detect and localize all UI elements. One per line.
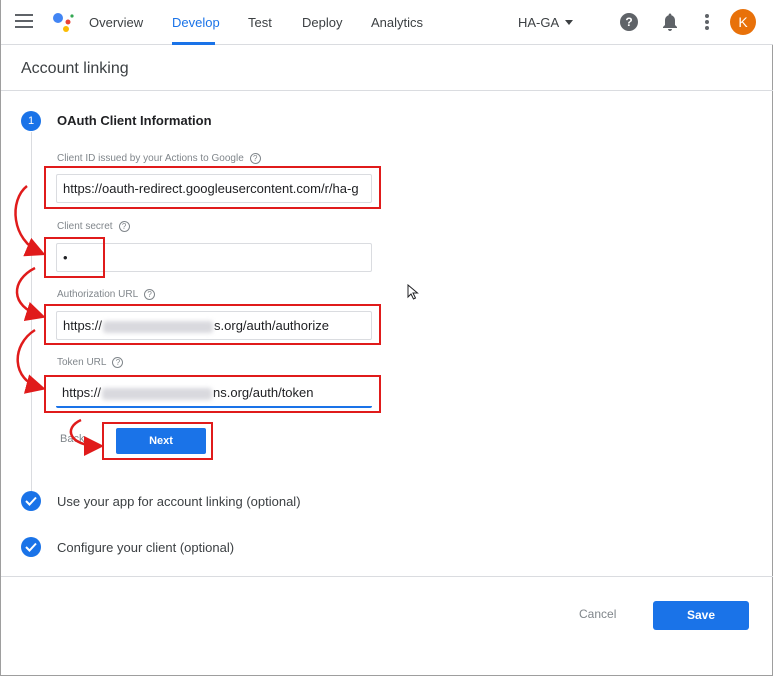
hamburger-menu-icon[interactable] bbox=[15, 14, 33, 30]
dropdown-caret-icon[interactable] bbox=[565, 20, 573, 25]
notifications-bell-icon[interactable] bbox=[662, 13, 678, 31]
assistant-logo-icon bbox=[53, 13, 74, 32]
step-3-label[interactable]: Configure your client (optional) bbox=[57, 540, 234, 555]
page-title: Account linking bbox=[21, 60, 129, 77]
tab-test[interactable]: Test bbox=[248, 15, 272, 30]
arrow-to-client-secret bbox=[14, 185, 46, 257]
client-id-label: Client ID issued by your Actions to Goog… bbox=[57, 153, 261, 164]
save-button[interactable]: Save bbox=[653, 601, 749, 630]
token-url-label-text: Token URL bbox=[57, 357, 107, 369]
step-2-check-icon bbox=[21, 491, 41, 511]
annotation-box-token-url bbox=[44, 375, 381, 413]
active-tab-indicator bbox=[172, 42, 215, 45]
step-2-label[interactable]: Use your app for account linking (option… bbox=[57, 494, 301, 509]
cancel-button[interactable]: Cancel bbox=[579, 607, 616, 621]
stepper-line bbox=[31, 132, 32, 492]
footer-divider bbox=[1, 576, 773, 577]
help-icon[interactable]: ? bbox=[620, 13, 638, 31]
help-circle-icon[interactable]: ? bbox=[144, 289, 156, 300]
token-url-label: Token URL? bbox=[57, 357, 124, 369]
back-button[interactable]: Back bbox=[60, 433, 84, 445]
top-app-bar: Overview Develop Test Deploy Analytics H… bbox=[1, 0, 773, 45]
help-circle-icon[interactable]: ? bbox=[249, 153, 261, 164]
tab-overview[interactable]: Overview bbox=[89, 15, 143, 30]
authorization-url-label: Authorization URL? bbox=[57, 289, 156, 301]
mouse-cursor-icon bbox=[407, 284, 419, 300]
arrow-to-token-url bbox=[16, 328, 46, 394]
client-secret-label-text: Client secret bbox=[57, 221, 113, 233]
step-1-title[interactable]: OAuth Client Information bbox=[57, 113, 212, 128]
tab-deploy[interactable]: Deploy bbox=[302, 15, 342, 30]
tab-develop[interactable]: Develop bbox=[172, 15, 220, 30]
tab-analytics[interactable]: Analytics bbox=[371, 15, 423, 30]
annotation-box-next bbox=[102, 422, 213, 460]
annotation-box-client-secret bbox=[44, 237, 105, 278]
authorization-url-label-text: Authorization URL bbox=[57, 289, 139, 301]
step-1-number: 1 bbox=[21, 111, 41, 131]
annotation-box-client-id bbox=[44, 166, 381, 209]
avatar[interactable]: K bbox=[730, 9, 756, 35]
project-selector[interactable]: HA-GA bbox=[518, 15, 559, 30]
app-window: Overview Develop Test Deploy Analytics H… bbox=[0, 0, 773, 676]
client-secret-label: Client secret? bbox=[57, 221, 130, 232]
more-options-icon[interactable] bbox=[705, 14, 709, 30]
help-circle-icon[interactable]: ? bbox=[112, 357, 124, 368]
arrow-to-authorization-url bbox=[15, 266, 46, 322]
header-divider bbox=[1, 90, 773, 91]
annotation-box-authorization-url bbox=[44, 304, 381, 345]
step-3-check-icon bbox=[21, 537, 41, 557]
help-circle-icon[interactable]: ? bbox=[118, 221, 130, 232]
client-id-label-text: Client ID issued by your Actions to Goog… bbox=[57, 153, 244, 165]
